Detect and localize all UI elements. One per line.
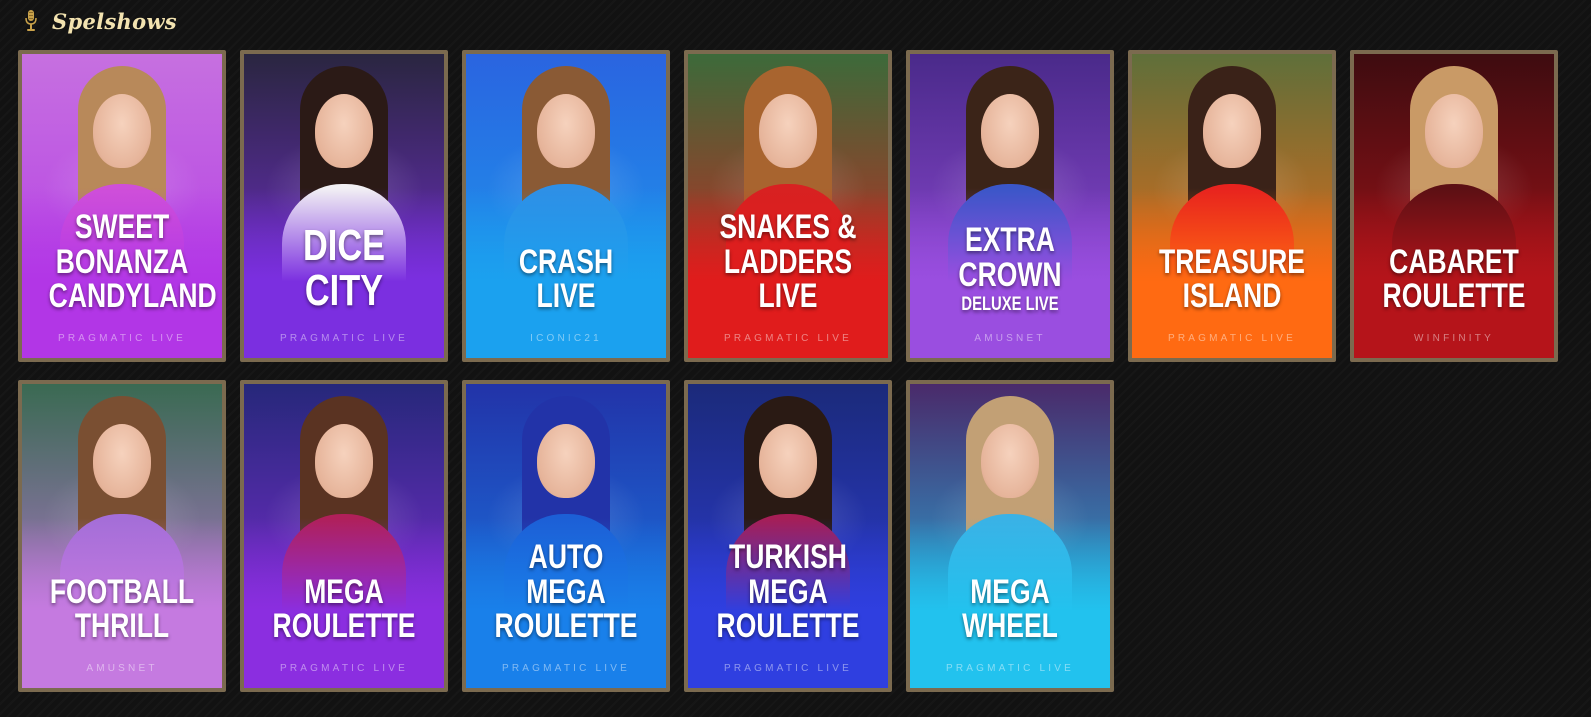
game-card-dice-city[interactable]: DICE CITY PRAGMATIC LIVE [240,50,448,362]
game-card-football-thrill[interactable]: FOOTBALL THRILL AMUSNET [18,380,226,692]
game-subtitle: DELUXE LIVE [961,293,1059,315]
game-card-mega-roulette[interactable]: MEGA ROULETTE PRAGMATIC LIVE [240,380,448,692]
section-title: Spelshows [52,8,177,34]
game-provider: PRAGMATIC LIVE [724,333,852,344]
section-header: Spelshows [24,6,177,36]
game-card-cabaret-roulette[interactable]: CABARET ROULETTE WINFINITY [1350,50,1558,362]
game-card-snakes-ladders-live[interactable]: SNAKES & LADDERS LIVE PRAGMATIC LIVE [684,50,892,362]
game-provider: PRAGMATIC LIVE [280,333,408,344]
game-title: MEGA WHEEL [962,572,1058,646]
game-provider: WINFINITY [1414,333,1494,344]
game-provider: PRAGMATIC LIVE [280,663,408,674]
game-title: DICE CITY [303,221,385,316]
game-title: TREASURE ISLAND [1159,242,1305,316]
game-provider: PRAGMATIC LIVE [58,333,186,344]
game-card-extra-crown[interactable]: EXTRA CROWN DELUXE LIVE AMUSNET [906,50,1114,362]
game-card-sweet-bonanza-candyland[interactable]: SWEET BONANZA CANDYLAND PRAGMATIC LIVE [18,50,226,362]
game-card-treasure-island[interactable]: TREASURE ISLAND PRAGMATIC LIVE [1128,50,1336,362]
game-title: FOOTBALL THRILL [49,572,195,646]
game-title: EXTRA CROWN DELUXE LIVE [937,223,1084,314]
game-grid: SWEET BONANZA CANDYLAND PRAGMATIC LIVE DIC… [18,50,1558,692]
game-provider: PRAGMATIC LIVE [502,663,630,674]
game-title: AUTO MEGA ROULETTE [494,537,638,646]
game-provider: PRAGMATIC LIVE [946,663,1074,674]
game-card-auto-mega-roulette[interactable]: AUTO MEGA ROULETTE PRAGMATIC LIVE [462,380,670,692]
game-card-crash-live[interactable]: CRASH LIVE ICONIC21 [462,50,670,362]
game-provider: PRAGMATIC LIVE [724,663,852,674]
game-title: SNAKES & LADDERS LIVE [719,207,857,316]
game-provider: AMUSNET [974,333,1046,344]
game-title: MEGA ROULETTE [272,572,416,646]
microphone-icon [24,9,38,33]
game-title: SWEET BONANZA CANDYLAND [48,207,217,316]
game-card-mega-wheel[interactable]: MEGA WHEEL PRAGMATIC LIVE [906,380,1114,692]
game-title: CABARET ROULETTE [1382,242,1526,316]
game-provider: AMUSNET [86,663,158,674]
game-title: TURKISH MEGA ROULETTE [716,537,860,646]
game-provider: ICONIC21 [530,333,602,344]
game-title: CRASH LIVE [518,242,614,316]
game-provider: PRAGMATIC LIVE [1168,333,1296,344]
game-card-turkish-mega-roulette[interactable]: TURKISH MEGA ROULETTE PRAGMATIC LIVE [684,380,892,692]
